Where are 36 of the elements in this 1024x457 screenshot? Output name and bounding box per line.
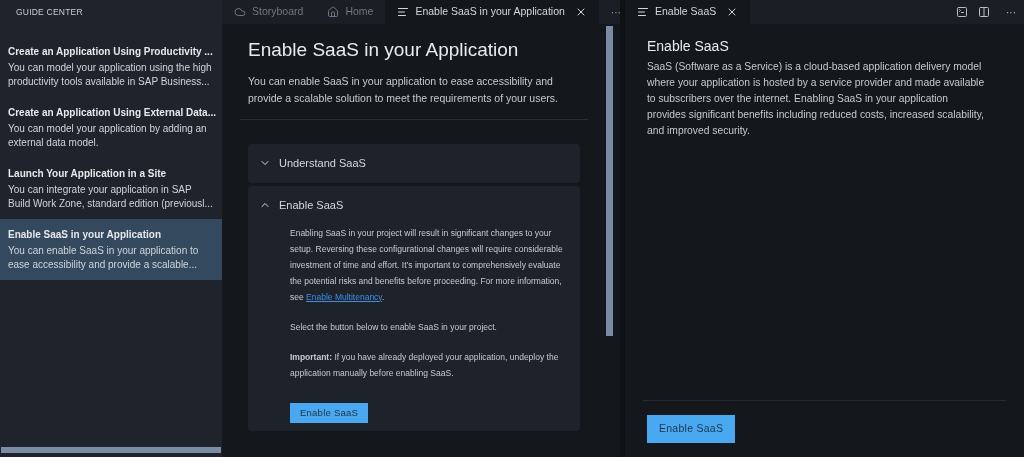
panel-title: Enable SaaS — [647, 37, 730, 56]
guide-title: Create an Application Using External Data... — [8, 106, 214, 120]
accordion-header[interactable]: Understand SaaS — [248, 143, 580, 183]
guide-title: Create an Application Using Productivity ... — [8, 45, 214, 59]
guide-description: You can model your application by adding an external data model. — [8, 122, 208, 150]
body-paragraph: Select the button below to enable SaaS in your project. — [290, 320, 498, 334]
terminal-icon[interactable] — [956, 6, 968, 18]
guide-item[interactable]: Create an Application Using Productivity ... You can model your application using the high productivity tools available in SAP Business... — [0, 36, 222, 97]
guide-item[interactable]: Enable SaaS in your Application You can enable SaaS in your application to ease accessibility and provide a scalable... — [0, 219, 222, 280]
enable-saas-button[interactable]: Enable SaaS — [290, 402, 369, 423]
enable-saas-button[interactable]: Enable SaaS — [647, 415, 736, 443]
guide-title: Enable SaaS in your Application — [8, 228, 162, 242]
lines-icon — [397, 6, 410, 18]
page-intro: You can enable SaaS in your application to ease accessibility and provide a scalable solution to meet the requirements of your users. — [240, 72, 588, 120]
body-paragraph: Important: If you have already deployed your application, undeploy the application manually before enabling SaaS. — [290, 350, 560, 380]
body-paragraph: Enabling SaaS in your project will result in significant changes to your setup. Reversing these configurational changes will require considerable investment of time and effort. It’s important to comprehensively evaluate the potential risks and benefits before proceeding. For more information, see Enable Multitenancy. — [290, 226, 564, 304]
guide-description: You can integrate your application in SAP Build Work Zone, standard edition (previousl... — [8, 183, 214, 211]
cloud-icon — [234, 6, 246, 18]
page-title: Enable SaaS in your Application — [247, 38, 520, 62]
guide-description: You can enable SaaS in your application to ease accessibility and provide a scalable... — [8, 244, 200, 272]
panel-description: SaaS (Software as a Service) is a cloud-based application delivery model where your application is hosted by a service provider and made available to subscribers over the internet. Enabling SaaS in your application provides significant benefits including reduced costs, increased scalability, and improved security. — [647, 60, 986, 138]
more-button[interactable]: ··· — [998, 4, 1024, 20]
split-editor-icon[interactable] — [978, 6, 990, 18]
accordion-header[interactable]: Enable SaaS — [248, 185, 580, 225]
scrollbar[interactable] — [606, 26, 613, 336]
guide-item[interactable]: Launch Your Application in a Site You can integrate your application in SAP Build Work Zone, standard edition (previousl... — [0, 158, 222, 219]
guide-description: You can model your application using the high productivity tools available in SAP Business... — [8, 61, 213, 89]
editor-tab[interactable]: Enable SaaS in your Application — [385, 0, 599, 24]
guide-item[interactable]: Create an Application Using External Data... You can model your application by adding an external data model. — [0, 97, 222, 158]
scrollbar[interactable] — [1, 447, 221, 453]
guide-title: Launch Your Application in a Site — [8, 167, 168, 181]
home-icon — [327, 6, 340, 18]
lines-icon — [637, 6, 649, 18]
sidebar-title: GUIDE CENTER — [15, 5, 84, 19]
editor-tab[interactable]: Enable SaaS — [625, 0, 751, 24]
multitenancy-link[interactable]: Enable Multitenancy — [306, 291, 382, 302]
